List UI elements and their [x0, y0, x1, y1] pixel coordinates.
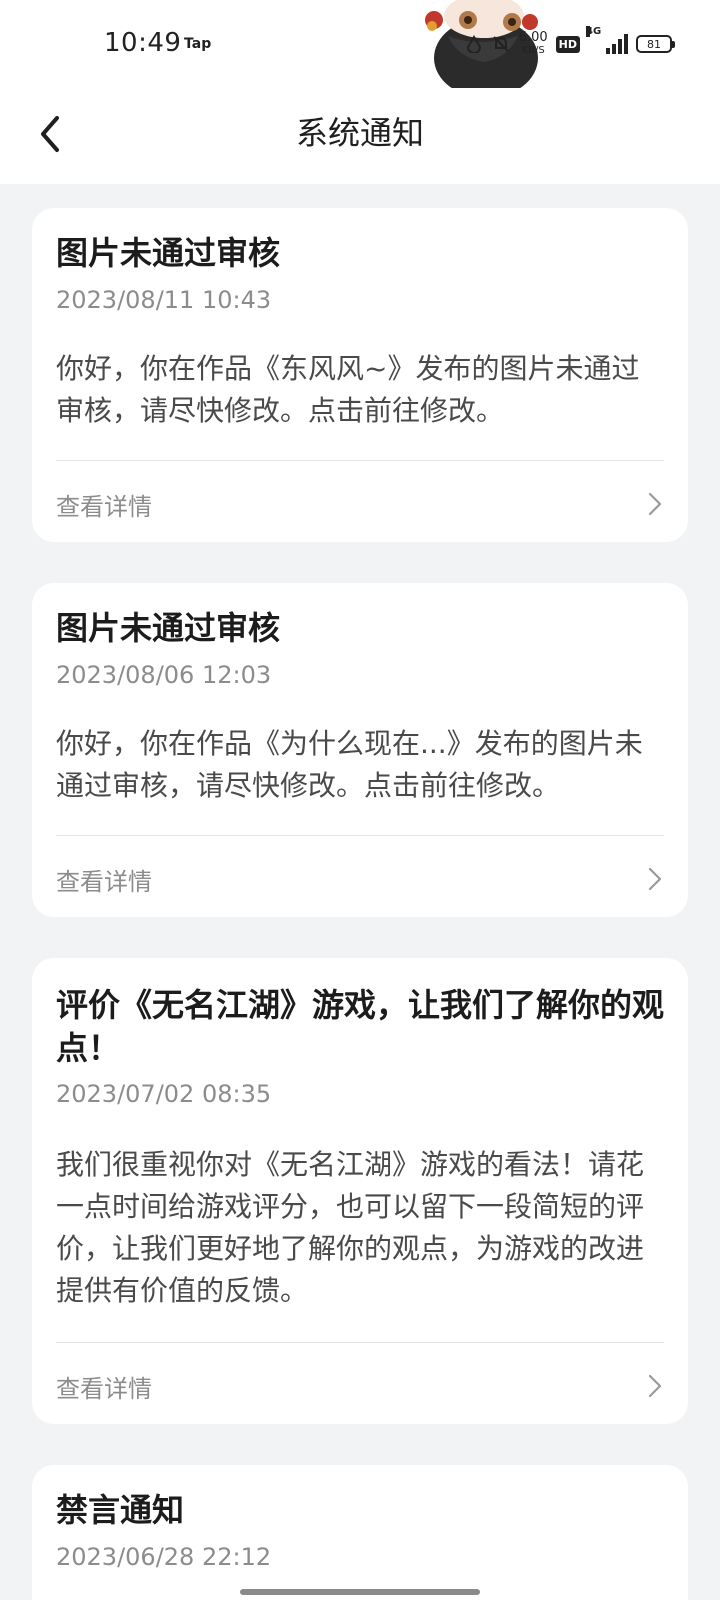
page-title: 系统通知 — [295, 114, 424, 152]
page-header: 系统通知 — [0, 88, 720, 184]
network-speed: 6.00 KB/S — [519, 31, 548, 57]
notification-body: 你好，你在作品《为什么现在...》发布的图片未通过审核，请尽快修改。点击前往修改… — [56, 727, 643, 802]
view-details-link[interactable]: 查看详情 — [32, 472, 688, 536]
divider — [56, 460, 664, 461]
network-speed-unit: KB/S — [521, 45, 545, 56]
chevron-right-icon — [648, 867, 662, 891]
network-type-label: 4G — [586, 26, 602, 37]
notification-body: 你好，你在作品《东风风~》发布的图片未通过审核，请尽快修改。点击前往修改。 — [56, 352, 640, 427]
divider — [56, 1342, 664, 1343]
data-saver-icon — [466, 35, 481, 53]
notification-date: 2023/08/11 10:43 — [56, 286, 272, 314]
view-details-link[interactable]: 查看详情 — [32, 1354, 688, 1418]
notification-date: 2023/07/02 08:35 — [56, 1080, 272, 1108]
divider — [56, 835, 664, 836]
view-details-link[interactable]: 查看详情 — [32, 847, 688, 911]
hd-badge: HD — [555, 35, 580, 53]
mute-bell-icon — [492, 36, 509, 52]
chevron-right-icon — [648, 492, 662, 516]
notification-card[interactable]: 图片未通过审核 2023/08/11 10:43 你好，你在作品《东风风~》发布… — [32, 208, 688, 542]
notification-card[interactable]: 图片未通过审核 2023/08/06 12:03 你好，你在作品《为什么现在..… — [32, 583, 688, 917]
view-details-label: 查看详情 — [56, 1374, 152, 1403]
notification-date: 2023/08/06 12:03 — [56, 661, 272, 689]
network-speed-value: 6.00 — [518, 30, 548, 45]
notification-title: 评价《无名江湖》游戏，让我们了解你的观点！ — [56, 986, 665, 1067]
view-details-label: 查看详情 — [56, 492, 152, 521]
battery-icon: 81 — [636, 35, 675, 53]
view-details-label: 查看详情 — [56, 867, 152, 896]
status-icons: 6.00 KB/S HD 4G 81 — [465, 26, 675, 62]
notification-title: 图片未通过审核 — [56, 609, 281, 647]
status-app-label: Tap — [184, 36, 212, 52]
notification-card[interactable]: 禁言通知 2023/06/28 22:12 — [32, 1465, 688, 1600]
home-indicator[interactable] — [240, 1589, 480, 1595]
status-time: 10:49 — [104, 28, 182, 58]
notification-title: 图片未通过审核 — [56, 234, 281, 272]
chevron-right-icon — [648, 1374, 662, 1398]
notification-body: 我们很重视你对《无名江湖》游戏的看法！请花一点时间给游戏评分，也可以留下一段简短… — [56, 1148, 645, 1307]
notification-title: 禁言通知 — [56, 1491, 185, 1529]
notification-card[interactable]: 评价《无名江湖》游戏，让我们了解你的观点！ 2023/07/02 08:35 我… — [32, 958, 688, 1424]
status-bar: 10:49 Tap 6.00 KB/S HD 4G 81 — [0, 0, 720, 122]
battery-level: 81 — [647, 37, 661, 51]
signal-strength-icon: 4G — [586, 26, 628, 54]
notification-date: 2023/06/28 22:12 — [56, 1543, 272, 1571]
